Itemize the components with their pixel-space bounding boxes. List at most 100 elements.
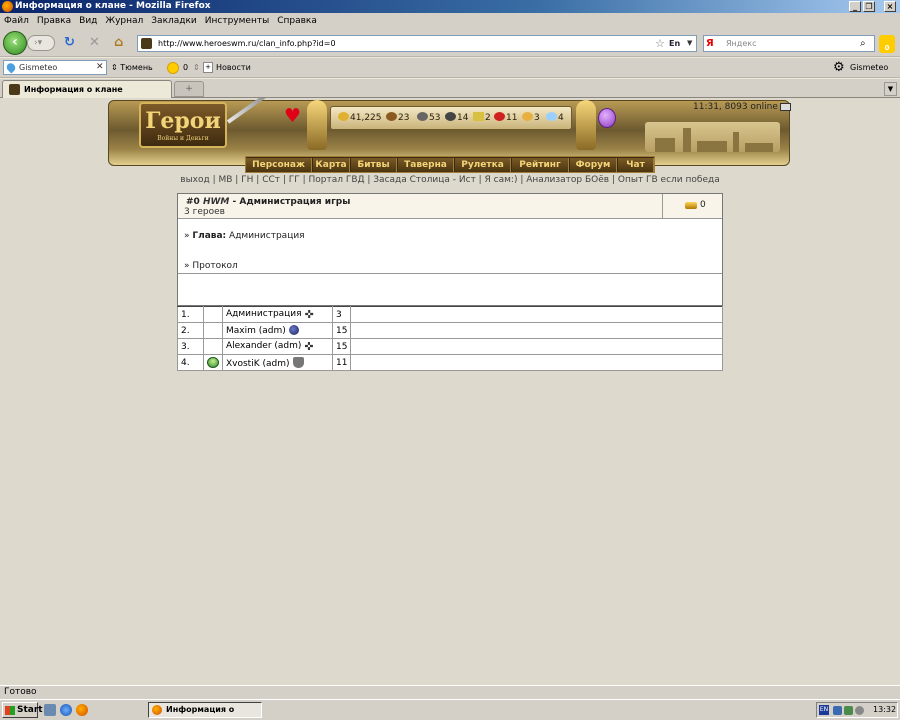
online-counter: 11:31, 8093 online	[693, 102, 778, 112]
news-icon[interactable]: +	[203, 62, 213, 73]
new-tab-button[interactable]: +	[174, 81, 204, 97]
url-text[interactable]: http://www.heroeswm.ru/clan_info.php?id=…	[158, 36, 336, 51]
weather-sun-icon[interactable]	[167, 62, 179, 74]
minimize-button[interactable]: _	[849, 1, 861, 12]
home-icon[interactable]: ⌂	[114, 36, 123, 50]
menu-bar: Файл Правка Вид Журнал Закладки Инструменты Сп…	[0, 13, 900, 30]
gismeteo-input[interactable]: Gismeteo ✕	[3, 60, 107, 75]
menu-character[interactable]: Персонаж	[246, 158, 312, 172]
gold-value: 41,225	[350, 113, 382, 123]
city-bookmark[interactable]: ⇕ Тюмень	[111, 60, 153, 76]
menu-map[interactable]: Карта	[313, 158, 350, 172]
menu-help[interactable]: Справка	[273, 13, 321, 30]
member-name-cell: Maxim (adm)	[222, 322, 333, 339]
sulfur-value: 2	[485, 113, 491, 123]
game-logo[interactable]: Герои Войны и Деньги	[139, 102, 227, 148]
clan-protocol-row[interactable]: » Протокол	[184, 261, 238, 271]
menu-chat[interactable]: Чат	[618, 158, 654, 172]
member-name-link[interactable]: Администрация	[226, 309, 302, 319]
forward-button[interactable]: ›▾	[27, 35, 55, 51]
network-icon[interactable]	[833, 706, 842, 715]
gismeteo-input-text: Gismeteo	[19, 63, 58, 72]
gismeteo-clear-icon[interactable]: ✕	[96, 61, 104, 74]
status-bar: Готово	[0, 685, 900, 699]
hero-avatar-icon[interactable]	[207, 357, 219, 368]
goblet-left-icon	[307, 100, 327, 150]
gismeteo-drop-icon	[4, 61, 18, 74]
volume-icon[interactable]	[855, 706, 864, 715]
resource-sulfur: 2	[473, 112, 491, 125]
resource-gold: 41,225	[338, 112, 382, 125]
tab-favicon	[9, 84, 20, 95]
menu-bookmarks[interactable]: Закладки	[147, 13, 201, 30]
url-bar[interactable]: http://www.heroeswm.ru/clan_info.php?id=…	[137, 35, 697, 52]
online-list-icon[interactable]	[780, 103, 791, 111]
member-number: 3.	[177, 338, 204, 355]
menu-rating[interactable]: Рейтинг	[512, 158, 569, 172]
language-indicator-icon[interactable]: EN	[819, 705, 829, 715]
gear-icon[interactable]: ⚙	[833, 60, 845, 76]
restore-button[interactable]: ❐	[863, 1, 875, 12]
table-row: 1. Администрация ✜ 3	[177, 306, 723, 323]
member-name-link[interactable]: XvostiK (adm)	[226, 359, 290, 369]
menu-battles[interactable]: Битвы	[351, 158, 397, 172]
reload-icon[interactable]: ↻	[64, 36, 75, 50]
logo-subtitle: Войны и Деньги	[157, 135, 209, 142]
site-favicon	[141, 38, 152, 49]
quick-links[interactable]: выход | МВ | ГН | ССт | ГГ | Портал ГВД …	[0, 174, 900, 186]
search-placeholder: Яндекс	[726, 39, 757, 48]
tab-clan-info[interactable]: Информация о клане	[2, 80, 172, 98]
clan-protocol-link[interactable]: Протокол	[192, 261, 237, 271]
member-name-cell: XvostiK (adm)	[222, 354, 333, 371]
show-desktop-icon[interactable]	[44, 704, 56, 716]
heart-icon[interactable]: ♥	[284, 106, 301, 126]
menu-history[interactable]: Журнал	[101, 13, 147, 30]
yandex-logo-icon[interactable]: Я	[706, 36, 714, 51]
clan-title: #0 HWM - Администрация игры	[186, 197, 350, 207]
gold-icon	[685, 202, 697, 209]
news-bookmark[interactable]: Новости	[216, 60, 251, 76]
game-main-menu: Персонаж Карта Битвы Таверна Рулетка Рей…	[245, 156, 655, 173]
shield-icon	[292, 356, 304, 368]
badge-icon[interactable]: 0	[879, 35, 895, 53]
gems-icon	[522, 112, 533, 121]
clan-gold-cell: 0	[663, 194, 722, 219]
taskbar-firefox-window[interactable]: Информация о клане...	[148, 702, 262, 720]
navigation-toolbar: ‹ ›▾ ↻ ✕ ⌂ http://www.heroeswm.ru/clan_i…	[0, 30, 900, 57]
menu-file[interactable]: Файл	[0, 13, 33, 30]
member-number: 1.	[177, 306, 204, 323]
potion-icon[interactable]	[598, 108, 616, 128]
menu-forum[interactable]: Форум	[570, 158, 617, 172]
member-avatar-cell	[203, 322, 223, 339]
url-dropdown-icon[interactable]: ▼	[687, 36, 692, 51]
security-icon[interactable]	[844, 706, 853, 715]
ie-icon[interactable]	[60, 704, 72, 716]
menu-edit[interactable]: Правка	[33, 13, 75, 30]
menu-roulette[interactable]: Рулетка	[455, 158, 511, 172]
bookmark-star-icon[interactable]: ☆	[655, 36, 665, 51]
clan-title-separator: -	[232, 197, 237, 207]
menu-tools[interactable]: Инструменты	[201, 13, 273, 30]
menu-view[interactable]: Вид	[75, 13, 101, 30]
tab-list-dropdown-icon[interactable]: ▼	[884, 82, 897, 96]
clan-id: #0	[186, 197, 200, 207]
cross-icon: ✜	[304, 340, 314, 353]
member-avatar-cell	[203, 306, 223, 323]
wood-value: 23	[398, 113, 410, 123]
stop-icon[interactable]: ✕	[89, 36, 100, 50]
firefox-task-icon	[152, 705, 162, 715]
language-indicator[interactable]: En	[669, 36, 680, 51]
member-name-link[interactable]: Alexander (adm)	[226, 341, 301, 351]
firefox-quicklaunch-icon[interactable]	[76, 704, 88, 716]
start-button[interactable]: Start	[2, 702, 43, 718]
crystals-value: 11	[506, 113, 518, 123]
close-window-button[interactable]: ×	[884, 1, 896, 12]
search-icon[interactable]: ⌕	[860, 36, 866, 51]
clan-head-label: Глава:	[192, 231, 227, 241]
search-input[interactable]: Я Яндекс ⌕	[703, 35, 875, 52]
back-button[interactable]: ‹	[3, 31, 27, 55]
menu-tavern[interactable]: Таверна	[398, 158, 454, 172]
member-name-link[interactable]: Maxim (adm)	[226, 326, 286, 336]
heroes-count: 3 героев	[184, 207, 225, 217]
taskbar-item-label: Информация о клане...	[166, 705, 235, 720]
